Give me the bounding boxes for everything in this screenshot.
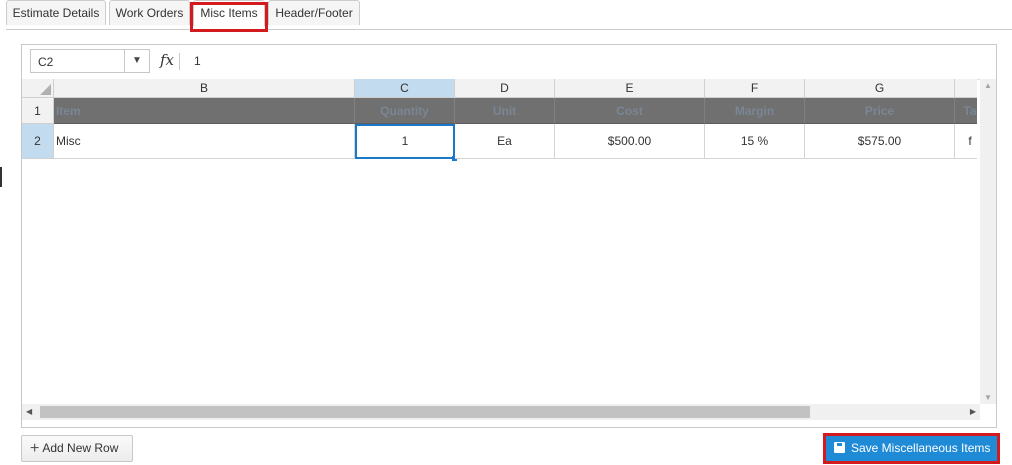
column-header-g[interactable]: G	[805, 79, 955, 98]
scroll-up-icon[interactable]: ▲	[980, 81, 996, 90]
horizontal-scrollbar[interactable]: ◀ ▶	[22, 404, 980, 420]
cell-f2[interactable]: 15 %	[705, 124, 805, 159]
add-new-row-label: Add New Row	[42, 441, 119, 455]
cell-g2[interactable]: $575.00	[805, 124, 955, 159]
tab-estimate-details[interactable]: Estimate Details	[6, 0, 106, 25]
select-all-corner[interactable]	[22, 79, 54, 98]
spreadsheet: C2 ▼ fx 1 B C D E F G 1 2 Item Quantity …	[21, 44, 997, 428]
cell-h1[interactable]: Ta	[955, 98, 977, 124]
cell-b1[interactable]: Item	[54, 98, 355, 124]
column-header-c[interactable]: C	[355, 79, 455, 98]
add-new-row-button[interactable]: + Add New Row	[21, 435, 133, 462]
column-header-e[interactable]: E	[555, 79, 705, 98]
column-header-h[interactable]	[955, 79, 977, 98]
cell-e1[interactable]: Cost	[555, 98, 705, 124]
vertical-scrollbar[interactable]: ▲ ▼	[980, 79, 996, 404]
tab-highlight-box	[190, 2, 268, 32]
tab-baseline	[6, 29, 1012, 30]
tab-header-footer[interactable]: Header/Footer	[268, 0, 360, 25]
cell-b2[interactable]: Misc	[54, 124, 355, 159]
name-box[interactable]: C2 ▼	[30, 49, 150, 73]
plus-icon: +	[30, 440, 40, 457]
column-header-b[interactable]: B	[54, 79, 355, 98]
cell-g1[interactable]: Price	[805, 98, 955, 124]
cell-c2-active[interactable]: 1	[355, 124, 455, 159]
scroll-right-icon[interactable]: ▶	[970, 404, 976, 420]
fx-icon: fx	[160, 51, 175, 69]
formula-bar: C2 ▼ fx 1	[22, 45, 996, 80]
row-header-1[interactable]: 1	[22, 98, 54, 124]
left-edge-marker	[0, 167, 2, 187]
cell-h2[interactable]: f	[955, 124, 977, 159]
chevron-down-icon[interactable]: ▼	[124, 50, 149, 72]
save-icon	[834, 442, 845, 453]
save-button-label: Save Miscellaneous Items	[851, 441, 991, 455]
cell-c1[interactable]: Quantity	[355, 98, 455, 124]
cell-f1[interactable]: Margin	[705, 98, 805, 124]
column-header-f[interactable]: F	[705, 79, 805, 98]
cell-d2[interactable]: Ea	[455, 124, 555, 159]
tab-work-orders[interactable]: Work Orders	[109, 0, 190, 25]
scroll-left-icon[interactable]: ◀	[26, 404, 32, 420]
row-header-2[interactable]: 2	[22, 124, 54, 159]
cell-e2[interactable]: $500.00	[555, 124, 705, 159]
cell-d1[interactable]: Unit	[455, 98, 555, 124]
save-miscellaneous-items-button[interactable]: Save Miscellaneous Items	[826, 436, 997, 461]
formula-input[interactable]: 1	[194, 54, 201, 68]
column-header-d[interactable]: D	[455, 79, 555, 98]
sheet-grid: B C D E F G 1 2 Item Quantity Unit Cost …	[22, 79, 977, 404]
horizontal-scroll-thumb[interactable]	[40, 406, 810, 418]
formula-separator	[179, 53, 180, 70]
scroll-down-icon[interactable]: ▼	[980, 393, 996, 402]
name-box-value: C2	[38, 55, 54, 69]
